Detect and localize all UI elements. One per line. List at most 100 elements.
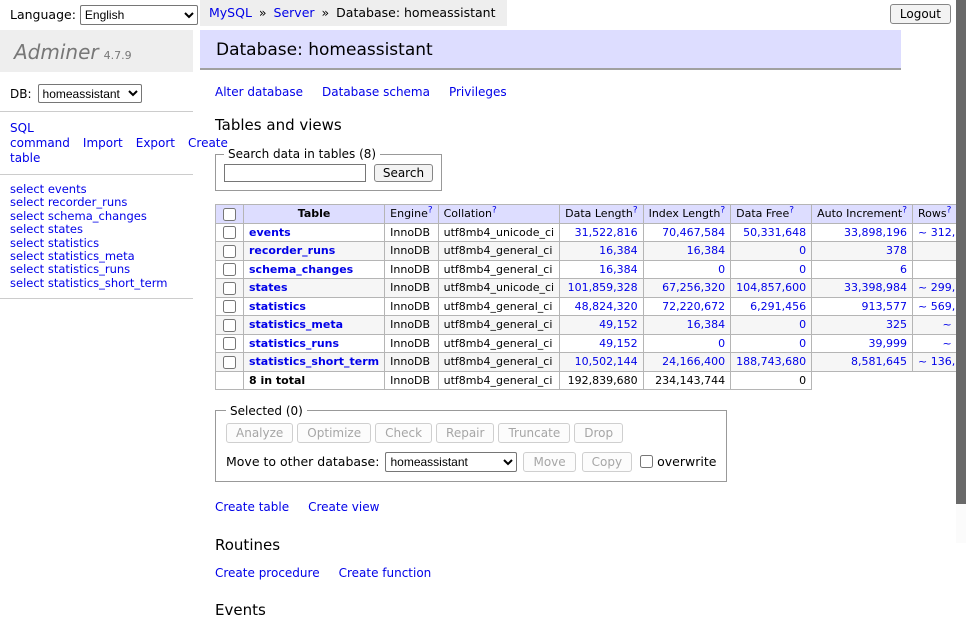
repair-button[interactable]: Repair bbox=[436, 423, 494, 443]
table-name-link[interactable]: statistics_meta bbox=[249, 318, 343, 331]
sidebar-select-link[interactable]: select statistics_runs bbox=[10, 262, 130, 276]
sidebar-action-link[interactable]: Import bbox=[83, 136, 123, 150]
help-link[interactable]: ? bbox=[633, 206, 638, 216]
sidebar-select-link[interactable]: select statistics_short_term bbox=[10, 276, 167, 290]
check-button[interactable]: Check bbox=[375, 423, 432, 443]
row-checkbox[interactable] bbox=[223, 356, 236, 369]
data-free-link[interactable]: 50,331,648 bbox=[743, 226, 806, 239]
index-length-link[interactable]: 16,384 bbox=[687, 318, 726, 331]
move-button[interactable]: Move bbox=[523, 452, 575, 472]
table-name-link[interactable]: states bbox=[249, 281, 288, 294]
help-link[interactable]: ? bbox=[428, 206, 433, 216]
auto-increment-link[interactable]: 913,577 bbox=[862, 300, 908, 313]
auto-increment-link[interactable]: 325 bbox=[886, 318, 907, 331]
data-length-link[interactable]: 16,384 bbox=[599, 244, 638, 257]
search-fieldset: Search data in tables (8) Search bbox=[215, 147, 442, 191]
sidebar-select-link[interactable]: select statistics bbox=[10, 236, 99, 250]
drop-button[interactable]: Drop bbox=[574, 423, 623, 443]
optimize-button[interactable]: Optimize bbox=[297, 423, 371, 443]
data-free-link[interactable]: 0 bbox=[799, 263, 806, 276]
sidebar-select-link[interactable]: select statistics_meta bbox=[10, 249, 135, 263]
row-checkbox[interactable] bbox=[223, 337, 236, 350]
db-action-link[interactable]: Database schema bbox=[322, 85, 430, 99]
create-link[interactable]: Create view bbox=[308, 500, 379, 514]
logout-button[interactable]: Logout bbox=[890, 4, 951, 24]
table-name-link[interactable]: statistics bbox=[249, 300, 306, 313]
breadcrumb-server-link[interactable]: Server bbox=[274, 5, 315, 20]
overwrite-checkbox[interactable] bbox=[640, 455, 653, 468]
search-input[interactable] bbox=[224, 164, 366, 182]
table-name-link[interactable]: schema_changes bbox=[249, 263, 353, 276]
sidebar-select-link[interactable]: select recorder_runs bbox=[10, 195, 127, 209]
index-length-link[interactable]: 0 bbox=[718, 263, 725, 276]
data-length-link[interactable]: 49,152 bbox=[599, 337, 638, 350]
routine-create-link[interactable]: Create function bbox=[339, 566, 432, 580]
row-checkbox[interactable] bbox=[223, 245, 236, 258]
sidebar-action-link[interactable]: SQL command bbox=[10, 121, 70, 150]
select-all-checkbox[interactable] bbox=[223, 208, 236, 221]
total-label: 8 in total bbox=[249, 374, 305, 387]
auto-increment-link[interactable]: 33,398,984 bbox=[844, 281, 907, 294]
sidebar-select-link[interactable]: select states bbox=[10, 222, 83, 236]
data-free-link[interactable]: 104,857,600 bbox=[736, 281, 806, 294]
truncate-button[interactable]: Truncate bbox=[498, 423, 570, 443]
index-length-link[interactable]: 70,467,584 bbox=[662, 226, 725, 239]
index-length-link[interactable]: 72,220,672 bbox=[662, 300, 725, 313]
sidebar-select-link[interactable]: select schema_changes bbox=[10, 209, 147, 223]
breadcrumb-mysql-link[interactable]: MySQL bbox=[209, 5, 252, 20]
help-link[interactable]: ? bbox=[902, 206, 907, 216]
data-free-link[interactable]: 0 bbox=[799, 337, 806, 350]
auto-increment-link[interactable]: 33,898,196 bbox=[844, 226, 907, 239]
analyze-button[interactable]: Analyze bbox=[226, 423, 293, 443]
row-checkbox[interactable] bbox=[223, 226, 236, 239]
help-link[interactable]: ? bbox=[947, 206, 952, 216]
index-length-link[interactable]: 24,166,400 bbox=[662, 355, 725, 368]
move-database-select[interactable]: homeassistant bbox=[385, 452, 517, 472]
data-length-link[interactable]: 31,522,816 bbox=[575, 226, 638, 239]
table-name-link[interactable]: statistics_short_term bbox=[249, 355, 379, 368]
collation-cell: utf8mb4_general_ci bbox=[438, 260, 559, 279]
row-checkbox[interactable] bbox=[223, 319, 236, 332]
data-length-link[interactable]: 101,859,328 bbox=[568, 281, 638, 294]
sidebar-select-link[interactable]: select events bbox=[10, 182, 87, 196]
data-length-link[interactable]: 49,152 bbox=[599, 318, 638, 331]
row-checkbox[interactable] bbox=[223, 300, 236, 313]
auto-increment-link[interactable]: 6 bbox=[900, 263, 907, 276]
table-row: statisticsInnoDButf8mb4_general_ci48,824… bbox=[216, 297, 966, 316]
create-link[interactable]: Create table bbox=[215, 500, 289, 514]
scrollbar-thumb[interactable] bbox=[956, 0, 966, 504]
table-name-cell: schema_changes bbox=[244, 260, 385, 279]
db-action-link[interactable]: Privileges bbox=[449, 85, 507, 99]
data-free-link[interactable]: 188,743,680 bbox=[736, 355, 806, 368]
db-select[interactable]: homeassistant bbox=[38, 84, 142, 103]
help-link[interactable]: ? bbox=[789, 206, 794, 216]
search-button[interactable]: Search bbox=[374, 164, 433, 182]
table-name-link[interactable]: events bbox=[249, 226, 291, 239]
auto-increment-link[interactable]: 8,581,645 bbox=[851, 355, 907, 368]
auto-increment-link[interactable]: 39,999 bbox=[869, 337, 908, 350]
data-free-link[interactable]: 0 bbox=[799, 318, 806, 331]
index-length-link[interactable]: 0 bbox=[718, 337, 725, 350]
auto-increment-cell: 325 bbox=[812, 316, 913, 335]
data-free-link[interactable]: 6,291,456 bbox=[750, 300, 806, 313]
data-free-link[interactable]: 0 bbox=[799, 244, 806, 257]
copy-button[interactable]: Copy bbox=[582, 452, 632, 472]
data-length-link[interactable]: 10,502,144 bbox=[575, 355, 638, 368]
db-action-link[interactable]: Alter database bbox=[215, 85, 303, 99]
help-link[interactable]: ? bbox=[492, 206, 497, 216]
search-legend: Search data in tables (8) bbox=[224, 147, 380, 161]
index-length-link[interactable]: 67,256,320 bbox=[662, 281, 725, 294]
data-length-link[interactable]: 16,384 bbox=[599, 263, 638, 276]
sidebar-action-link[interactable]: Export bbox=[136, 136, 175, 150]
row-checkbox[interactable] bbox=[223, 282, 236, 295]
language-select[interactable]: English bbox=[80, 5, 198, 25]
row-checkbox[interactable] bbox=[223, 263, 236, 276]
data-length-link[interactable]: 48,824,320 bbox=[575, 300, 638, 313]
vertical-scrollbar[interactable] bbox=[956, 0, 966, 543]
auto-increment-link[interactable]: 378 bbox=[886, 244, 907, 257]
routine-create-link[interactable]: Create procedure bbox=[215, 566, 320, 580]
index-length-link[interactable]: 16,384 bbox=[687, 244, 726, 257]
help-link[interactable]: ? bbox=[720, 206, 725, 216]
table-name-link[interactable]: statistics_runs bbox=[249, 337, 339, 350]
table-name-link[interactable]: recorder_runs bbox=[249, 244, 335, 257]
